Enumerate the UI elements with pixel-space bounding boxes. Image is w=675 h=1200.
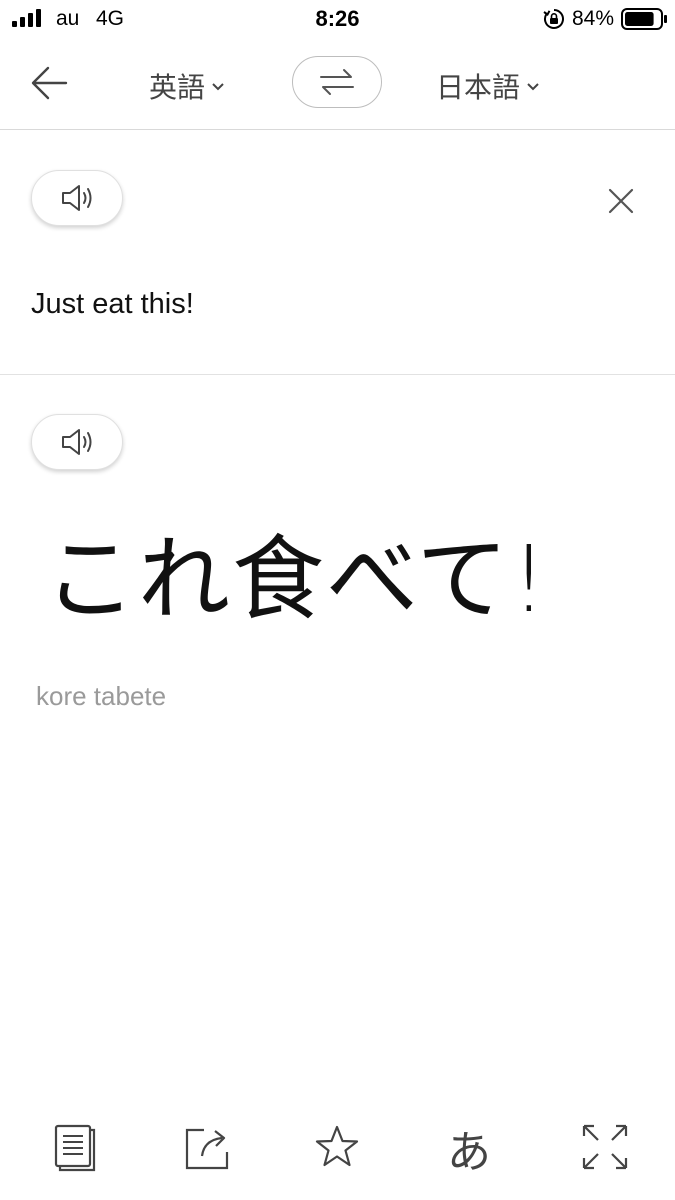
target-language-label: 日本語 xyxy=(436,72,521,103)
chevron-down-icon xyxy=(527,83,539,91)
speaker-icon xyxy=(62,429,92,455)
speaker-icon xyxy=(62,185,92,211)
rotation-lock-icon xyxy=(543,9,564,29)
translator-screen: au 4G 8:26 84% 英語 日本語 Just eat this! これ食… xyxy=(0,0,675,1200)
translated-text[interactable]: これ食べて! xyxy=(44,525,549,635)
battery-icon xyxy=(621,8,667,30)
chevron-down-icon xyxy=(212,83,224,91)
language-bar: 英語 日本語 xyxy=(0,38,675,130)
source-language-selector[interactable]: 英語 xyxy=(149,66,225,106)
star-icon xyxy=(315,1125,359,1167)
fullscreen-icon xyxy=(582,1124,628,1170)
source-speak-button[interactable] xyxy=(31,170,123,226)
romanization-text: kore tabete xyxy=(36,681,167,711)
favorite-button[interactable] xyxy=(312,1122,362,1172)
swap-languages-button[interactable] xyxy=(292,56,382,108)
source-language-label: 英語 xyxy=(149,72,206,103)
copy-icon xyxy=(54,1124,96,1172)
status-bar: au 4G 8:26 84% xyxy=(0,0,675,38)
bottom-toolbar: あ xyxy=(0,1110,675,1200)
target-language-selector[interactable]: 日本語 xyxy=(436,66,540,106)
copy-button[interactable] xyxy=(50,1122,100,1172)
battery-percentage: 84% xyxy=(572,7,615,30)
translation-panel: これ食べて! kore tabete xyxy=(0,375,675,1075)
close-icon[interactable] xyxy=(604,184,638,218)
translation-speak-button[interactable] xyxy=(31,414,123,470)
fullscreen-button[interactable] xyxy=(580,1122,630,1172)
source-panel: Just eat this! xyxy=(0,130,675,375)
source-text[interactable]: Just eat this! xyxy=(31,288,194,321)
share-icon xyxy=(185,1128,229,1170)
hiragana-icon[interactable]: あ xyxy=(447,1116,491,1180)
back-arrow-icon[interactable] xyxy=(28,62,72,104)
swap-languages-icon xyxy=(320,69,354,95)
share-button[interactable] xyxy=(182,1122,232,1172)
